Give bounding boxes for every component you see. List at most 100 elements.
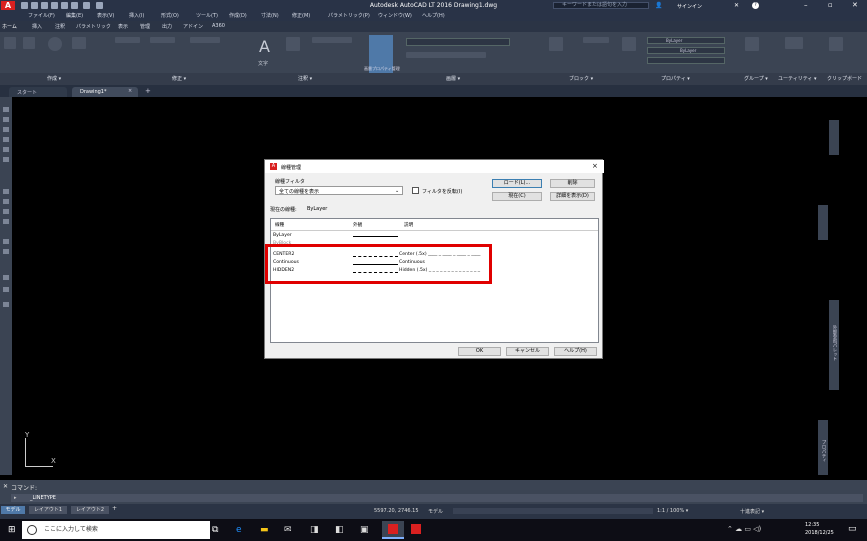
dialog-close-button[interactable]: × [592,162,598,170]
arc-icon[interactable] [72,37,86,49]
menu-parametric[interactable]: パラメトリック(P) [328,12,370,19]
edge-icon[interactable]: e [236,525,242,535]
toolbar-icon[interactable] [3,239,9,244]
group-icon[interactable] [745,37,759,51]
drafting-toggles[interactable] [453,508,653,514]
store-icon[interactable]: ◨ [310,525,319,535]
palette-strip[interactable] [818,205,828,240]
lineweight-dropdown[interactable] [647,57,725,64]
toolbar-icon[interactable] [3,147,9,152]
polyline-icon[interactable] [23,37,35,49]
tab-model[interactable]: モデル [1,506,25,514]
tab-home[interactable]: ホーム [2,23,17,30]
menu-dimension[interactable]: 寸法(N) [261,12,279,19]
help-icon[interactable]: ? [752,2,759,9]
menu-insert[interactable]: 挿入(I) [129,12,144,19]
cancel-button[interactable]: キャンセル [506,347,549,356]
toolbar-icon[interactable] [3,199,9,204]
details-button[interactable]: 詳細を表示(D) [550,192,595,201]
tab-layout1[interactable]: レイアウト1 [29,506,67,514]
text-icon[interactable]: A [259,37,270,56]
tab-layout2[interactable]: レイアウト2 [71,506,109,514]
invert-filter-checkbox[interactable] [412,187,419,194]
mail-icon[interactable]: ✉ [284,525,292,535]
close-icon[interactable]: ✕ [3,483,8,490]
tab-parametric[interactable]: パラメトリック [76,23,111,30]
panel-modify[interactable]: 修正 ▾ [172,75,186,82]
leader-icon[interactable] [312,37,352,43]
explorer-icon[interactable]: ▬ [260,525,269,535]
delete-button[interactable]: 削除 [550,179,595,188]
app-icon[interactable]: ▣ [360,525,369,535]
trim-icon[interactable] [190,37,220,43]
taskbar-search[interactable]: ここに入力して検索 [22,521,210,539]
task-view-icon[interactable]: ⧉ [212,525,218,535]
current-button[interactable]: 現在(C) [492,192,542,201]
toolbar-icon[interactable] [3,157,9,162]
line-icon[interactable] [4,37,16,49]
block-create-icon[interactable] [583,37,609,43]
paste-icon[interactable] [829,37,843,51]
menu-file[interactable]: ファイル(F) [28,12,55,19]
tab-start[interactable]: スタート [9,87,67,97]
start-icon[interactable]: ⊞ [8,525,16,535]
clock-date[interactable]: 2018/12/25 [805,530,834,536]
minimize-button[interactable]: – [804,1,808,9]
autocad-icon[interactable] [411,524,421,534]
rotate-icon[interactable] [150,37,175,43]
column-header-linetype[interactable]: 線種 [275,222,284,228]
menu-edit[interactable]: 編集(E) [66,12,83,19]
layer-dropdown[interactable] [406,38,510,46]
clock-time[interactable]: 12:35 [805,522,819,528]
tab-addins[interactable]: アドイン [183,23,203,30]
toolbar-icon[interactable] [3,189,9,194]
toolbar-icon[interactable] [3,275,9,280]
menu-tools[interactable]: ツール(T) [196,12,218,19]
menu-modify[interactable]: 修正(M) [292,12,310,19]
filter-dropdown[interactable]: 全ての線種を表示 ⌄ [275,186,403,195]
tab-manage[interactable]: 管理 [140,23,150,30]
panel-layers[interactable]: 画層 ▾ [446,75,460,82]
tab-output[interactable]: 出力 [162,23,172,30]
panel-block[interactable]: ブロック ▾ [569,75,593,82]
app-icon[interactable]: ◧ [335,525,344,535]
tab-insert[interactable]: 挿入 [32,23,42,30]
circle-icon[interactable] [48,37,62,51]
notification-icon[interactable]: ▭ [848,524,857,534]
close-button[interactable]: ✕ [852,1,858,9]
toolbar-icon[interactable] [3,249,9,254]
search-input[interactable]: キーワードまたは語句を入力 [553,2,649,9]
menu-format[interactable]: 形式(O) [161,12,179,19]
toolbar-icon[interactable] [3,137,9,142]
toolbar-icon[interactable] [3,287,9,292]
panel-clipboard[interactable]: クリップボード [827,75,862,82]
dimension-icon[interactable] [286,37,300,51]
tray-icons[interactable]: ⌃ ☁ ▭ ◁) [727,525,761,533]
menu-view[interactable]: 表示(V) [97,12,114,19]
add-layout-button[interactable]: + [112,505,117,512]
linetype-dropdown[interactable]: ByLayer [647,47,725,54]
insert-block-icon[interactable] [549,37,563,51]
units-dropdown[interactable]: 十進表記 ▾ [740,508,764,515]
palette-strip[interactable] [829,120,839,155]
exchange-icon[interactable]: ✕ [734,2,739,9]
list-item[interactable]: ByLayer [273,233,292,238]
toolbar-icon[interactable] [3,107,9,112]
panel-properties[interactable]: プロパティ ▾ [661,75,690,82]
tab-annotate[interactable]: 注釈 [55,23,65,30]
command-input[interactable]: ▸ _LINETYPE [11,494,863,502]
model-space-toggle[interactable]: モデル [428,508,443,515]
ok-button[interactable]: OK [458,347,501,356]
toolbar-icon[interactable] [3,302,9,307]
annotation-scale[interactable]: 1:1 / 100% ▾ [657,508,688,514]
help-button[interactable]: ヘルプ(H) [554,347,597,356]
panel-draw[interactable]: 作成 ▾ [47,75,61,82]
layer-tools-icon[interactable] [406,52,486,58]
measure-icon[interactable] [785,37,803,49]
column-header-description[interactable]: 説明 [404,222,413,228]
toolbar-icon[interactable] [3,219,9,224]
menu-window[interactable]: ウィンドウ(W) [378,12,412,19]
column-header-appearance[interactable]: 外観 [353,222,362,228]
tab-a360[interactable]: A360 [212,23,225,29]
coordinates-readout[interactable]: 5597.20, 2746.15 [374,508,419,514]
